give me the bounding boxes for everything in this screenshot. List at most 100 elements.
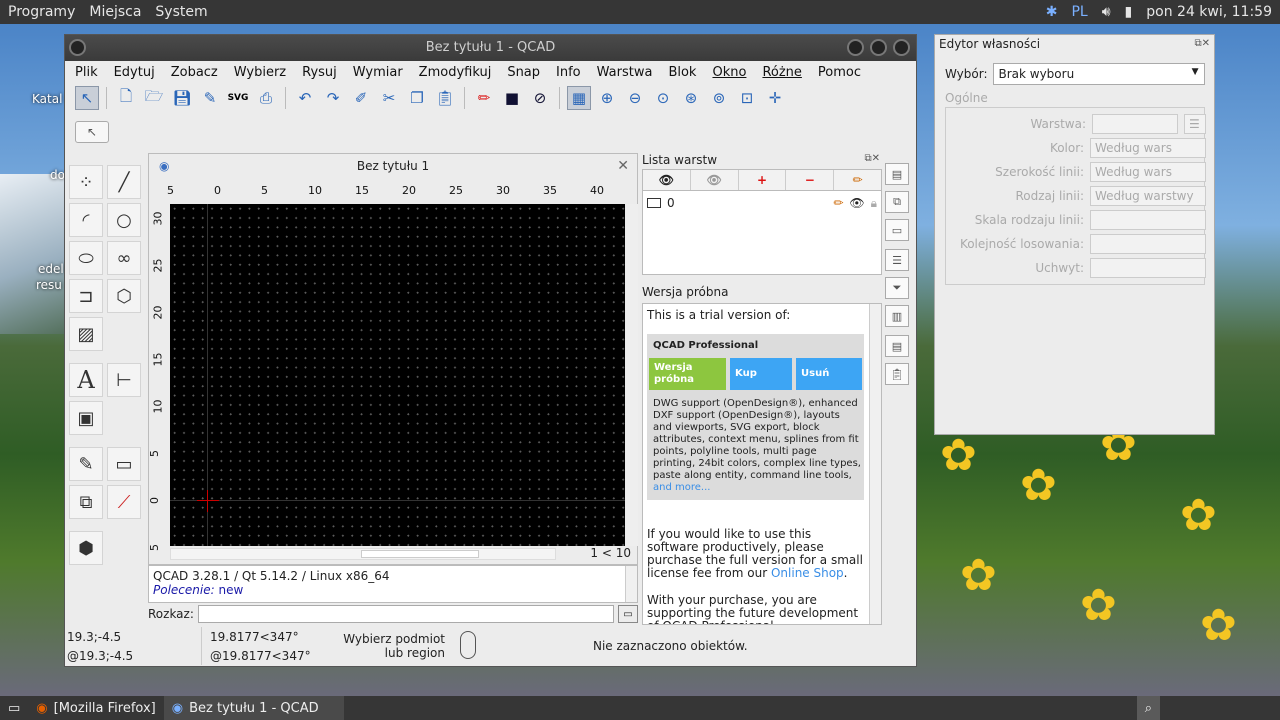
save-icon[interactable]: 💾︎ xyxy=(170,86,194,110)
list-icon[interactable]: ☰ xyxy=(1184,114,1206,134)
pen-icon[interactable]: ✏ xyxy=(472,86,496,110)
menu-snap[interactable]: Snap xyxy=(507,65,540,80)
arc-tool-icon[interactable]: ◜ xyxy=(69,203,103,237)
select-tool-icon[interactable]: ⟋ xyxy=(107,485,141,519)
volume-icon[interactable]: 🔊︎ xyxy=(1102,4,1111,20)
3d-cube-icon[interactable]: ⬢ xyxy=(69,531,103,565)
edit-layer-icon[interactable]: ✏ xyxy=(833,196,843,210)
desktop-label[interactable]: resu xyxy=(36,278,62,292)
menu-help[interactable]: Pomoc xyxy=(818,65,861,80)
show-all-layers-icon[interactable]: 👁︎ xyxy=(643,170,691,190)
polyline-tool-icon[interactable]: ⊐ xyxy=(69,279,103,313)
layer-color-swatch[interactable] xyxy=(647,198,661,208)
maximize-button[interactable] xyxy=(870,39,887,56)
panel-close-icon[interactable]: ⧉✕ xyxy=(1194,35,1210,53)
panel-close-icon[interactable]: ⧉✕ xyxy=(864,153,880,164)
pointer-icon[interactable]: ↖ xyxy=(75,86,99,110)
image-tool-icon[interactable]: ▣ xyxy=(69,401,103,435)
hide-all-layers-icon[interactable]: 👁︎ xyxy=(691,170,739,190)
dimension-tool-icon[interactable]: ⊢ xyxy=(107,363,141,397)
hatch-tool-icon[interactable]: ▨ xyxy=(69,317,103,351)
layer-select[interactable] xyxy=(1092,114,1178,134)
color-select[interactable]: Według wars xyxy=(1090,138,1206,158)
lock-icon[interactable]: 🔒︎ xyxy=(871,196,877,211)
menu-dimension[interactable]: Wymiar xyxy=(353,65,403,80)
trial-version-button[interactable]: Wersja próbna xyxy=(649,358,726,390)
keyboard-layout[interactable]: PL xyxy=(1071,4,1087,20)
menu-draw[interactable]: Rysuj xyxy=(302,65,337,80)
draw-order-input[interactable] xyxy=(1090,234,1206,254)
linewidth-select[interactable]: Według wars xyxy=(1090,162,1206,182)
eraser-icon[interactable]: ✐ xyxy=(349,86,373,110)
modify-tool-icon[interactable]: ✎ xyxy=(69,447,103,481)
background-color-icon[interactable]: ■ xyxy=(500,86,524,110)
zoom-out-icon[interactable]: ⊖ xyxy=(623,86,647,110)
horizontal-scrollbar[interactable] xyxy=(170,548,556,560)
zoom-selection-icon[interactable]: ⊛ xyxy=(679,86,703,110)
selection-filter-dock-icon[interactable]: ⏷ xyxy=(885,277,909,299)
menu-system[interactable]: System xyxy=(155,4,207,20)
cut-icon[interactable]: ✂ xyxy=(377,86,401,110)
svg-export-icon[interactable]: SVG xyxy=(226,86,250,110)
zoom-pan-icon[interactable]: ✛ xyxy=(763,86,787,110)
trial-scrollbar[interactable] xyxy=(869,304,881,624)
menu-view[interactable]: Zobacz xyxy=(171,65,218,80)
drawing-titlebar[interactable]: ◉ Bez tytułu 1 ✕ xyxy=(149,154,637,178)
block-tool-icon[interactable]: ⧉ xyxy=(69,485,103,519)
undo-icon[interactable]: ↶ xyxy=(293,86,317,110)
text-tool-icon[interactable]: A xyxy=(69,363,103,397)
console-scrollbar[interactable] xyxy=(625,566,637,602)
remove-button[interactable]: Usuń xyxy=(796,358,862,390)
window-titlebar[interactable]: Bez tytułu 1 - QCAD xyxy=(65,35,916,61)
zoom-previous-icon[interactable]: ⊚ xyxy=(707,86,731,110)
vertical-scrollbar[interactable] xyxy=(626,204,638,546)
menu-places[interactable]: Miejsca xyxy=(89,4,141,20)
print-icon[interactable]: ⎙ xyxy=(254,86,278,110)
layer-visible-icon[interactable]: 👁︎ xyxy=(849,196,864,210)
signal-icon[interactable]: ▮ xyxy=(1125,4,1133,20)
desktop-label[interactable]: do xyxy=(50,168,65,182)
measure-tool-icon[interactable]: ▭ xyxy=(107,447,141,481)
line-tool-icon[interactable]: ╱ xyxy=(107,165,141,199)
scrollbar-thumb[interactable] xyxy=(361,550,479,558)
layer-row[interactable]: 0 ✏ 👁︎ 🔒︎ xyxy=(647,195,877,211)
circle-tool-icon[interactable]: ○ xyxy=(107,203,141,237)
menu-block[interactable]: Blok xyxy=(668,65,696,80)
buy-button[interactable]: Kup xyxy=(730,358,792,390)
desktop-label[interactable]: edel xyxy=(38,262,64,276)
handle-input[interactable] xyxy=(1090,258,1206,278)
spline-tool-icon[interactable]: ∞ xyxy=(107,241,141,275)
workspace-switcher[interactable]: ⌕ xyxy=(1136,696,1160,720)
shop-link[interactable]: Online Shop xyxy=(771,566,844,580)
drawing-canvas[interactable] xyxy=(170,204,625,546)
window-menu-icon[interactable] xyxy=(69,39,86,56)
edit-layer-icon[interactable]: ✏ xyxy=(834,170,881,190)
point-tool-icon[interactable]: ⁘ xyxy=(69,165,103,199)
zoom-auto-icon[interactable]: ⊙ xyxy=(651,86,675,110)
copy-icon[interactable]: ❐ xyxy=(405,86,429,110)
clock[interactable]: pon 24 kwi, 11:59 xyxy=(1146,4,1272,20)
new-file-icon[interactable]: 🗋 xyxy=(114,86,138,110)
selection-dropdown[interactable]: Brak wyboru ▼ xyxy=(993,63,1206,85)
grid-icon[interactable]: ▦ xyxy=(567,86,591,110)
more-link[interactable]: and more... xyxy=(653,482,710,493)
open-folder-icon[interactable]: 🗁 xyxy=(142,86,166,110)
layer-list-dock-icon[interactable]: ▤ xyxy=(885,163,909,185)
close-button[interactable] xyxy=(893,39,910,56)
task-firefox[interactable]: ◉ [Mozilla Firefox] xyxy=(28,696,163,720)
property-editor-titlebar[interactable]: Edytor własności ⧉✕ xyxy=(935,35,1214,53)
redo-icon[interactable]: ↷ xyxy=(321,86,345,110)
menu-programs[interactable]: Programy xyxy=(8,4,75,20)
menu-file[interactable]: Plik xyxy=(75,65,98,80)
add-layer-icon[interactable]: + xyxy=(739,170,787,190)
remove-layer-icon[interactable]: − xyxy=(786,170,835,190)
menu-modify[interactable]: Zmodyfikuj xyxy=(419,65,492,80)
no-entry-icon[interactable]: ⊘ xyxy=(528,86,552,110)
linetype-select[interactable]: Według warstwy xyxy=(1090,186,1206,206)
shape-tool-icon[interactable]: ⬡ xyxy=(107,279,141,313)
library-browser-dock-icon[interactable]: ▥ xyxy=(885,305,909,327)
options-pointer-button[interactable]: ↖ xyxy=(75,121,109,143)
menu-layer[interactable]: Warstwa xyxy=(597,65,653,80)
ellipse-tool-icon[interactable]: ⬭ xyxy=(69,241,103,275)
menu-edit[interactable]: Edytuj xyxy=(114,65,155,80)
